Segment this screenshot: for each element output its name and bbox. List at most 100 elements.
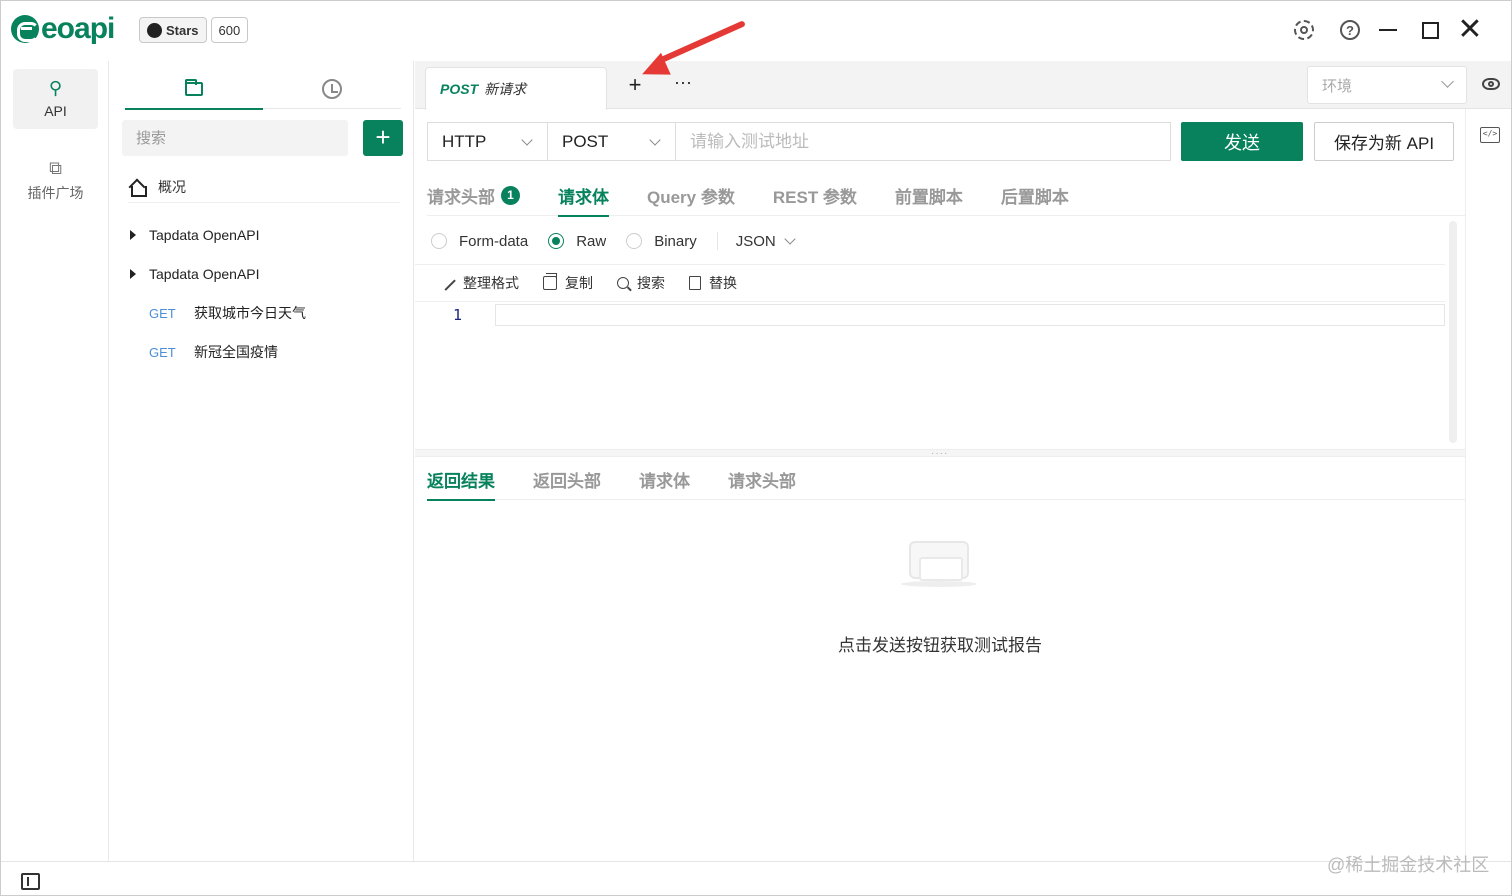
body-type-selector: Form-data Raw Binary JSON: [431, 226, 796, 256]
minimize-button[interactable]: [1375, 17, 1401, 43]
tree-group[interactable]: Tapdata OpenAPI: [130, 220, 260, 250]
radio-label[interactable]: Raw: [576, 233, 606, 250]
count-badge: 1: [501, 185, 520, 205]
format-button[interactable]: 整理格式: [440, 273, 519, 293]
save-as-new-api-button[interactable]: 保存为新 API: [1314, 122, 1454, 161]
sidebar-toggle-icon[interactable]: [21, 873, 40, 890]
tab-response-result[interactable]: 返回结果: [427, 458, 495, 501]
code-view-icon[interactable]: </>: [1480, 127, 1500, 143]
api-list-item[interactable]: GET 获取城市今日天气: [149, 298, 306, 328]
request-tab-name: 新请求: [484, 81, 527, 97]
radio-binary[interactable]: [626, 233, 643, 249]
radio-label[interactable]: Form-data: [459, 233, 528, 250]
github-stars-label: Stars: [166, 22, 199, 38]
raw-format-select[interactable]: JSON: [735, 232, 796, 250]
eye-icon[interactable]: [1482, 78, 1500, 90]
caret-right-icon[interactable]: [130, 269, 136, 279]
overview-label: 概况: [158, 178, 186, 195]
editor-current-line[interactable]: [495, 304, 1445, 326]
method-select[interactable]: POST: [548, 122, 676, 161]
tab-response-headers[interactable]: 返回头部: [533, 458, 601, 500]
copy-button[interactable]: 复制: [543, 273, 593, 293]
tab-request-body[interactable]: 请求体: [558, 174, 609, 217]
replace-button[interactable]: 替换: [689, 273, 737, 293]
puzzle-icon: ⧉: [49, 158, 62, 178]
api-sidebar: + 概况 Tapdata OpenAPI Tapdata OpenAPI GET…: [110, 61, 414, 861]
github-stars-button[interactable]: Stars: [139, 17, 207, 43]
url-input[interactable]: [676, 122, 1171, 161]
line-number: 1: [453, 306, 463, 324]
request-tab-bar: POST 新请求 + ··· 环境: [415, 61, 1511, 110]
tab-rest-params[interactable]: REST 参数: [773, 174, 857, 216]
tab-post-script[interactable]: 后置脚本: [1001, 174, 1069, 216]
github-stars-widget[interactable]: Stars 600: [139, 17, 249, 43]
maximize-icon: [1421, 21, 1439, 39]
request-tab[interactable]: POST 新请求: [425, 67, 607, 110]
radio-form-data[interactable]: [431, 233, 447, 249]
tab-pre-script[interactable]: 前置脚本: [895, 174, 963, 216]
sidebar-search-input[interactable]: [122, 120, 348, 156]
more-tabs-button[interactable]: ···: [671, 73, 695, 97]
add-api-button[interactable]: +: [363, 120, 403, 156]
tree-group-label: Tapdata OpenAPI: [149, 227, 260, 243]
main-panel: POST 新请求 + ··· 环境 HTTP POST 发送 保存为新 API: [415, 61, 1511, 861]
close-button[interactable]: ✕: [1457, 13, 1483, 46]
nav-item-label: 插件广场: [27, 185, 84, 201]
question-icon: ?: [1340, 20, 1360, 40]
logo-text: eoapi: [41, 12, 115, 45]
api-list-item[interactable]: GET 新冠全国疫情: [149, 337, 278, 367]
replace-label: 替换: [709, 275, 737, 291]
overview-item[interactable]: 概况: [128, 171, 400, 203]
nav-item-api[interactable]: ⚲ API: [13, 69, 98, 129]
send-button[interactable]: 发送: [1181, 122, 1303, 161]
tab-history[interactable]: [263, 69, 401, 109]
radio-label[interactable]: Binary: [654, 233, 697, 250]
tree-group-label: Tapdata OpenAPI: [149, 266, 260, 282]
environment-placeholder: 环境: [1322, 77, 1353, 95]
right-rail: </>: [1465, 109, 1511, 861]
app-window: eoapi Stars 600 ? ✕ ⚲ API ⧉ 插件广场 搜索 + 概况…: [0, 0, 1512, 896]
empty-state-text: 点击发送按钮获取测试报告: [838, 636, 1042, 655]
divider: [716, 232, 718, 250]
raw-format-value: JSON: [735, 232, 776, 250]
help-button[interactable]: ?: [1337, 17, 1363, 43]
protocol-select[interactable]: HTTP: [427, 122, 548, 161]
request-tabs: 请求头部 1 请求体 Query 参数 REST 参数 前置脚本 后置脚本: [427, 174, 1465, 217]
left-nav: ⚲ API ⧉ 插件广场: [1, 61, 109, 861]
nav-item-plugins[interactable]: ⧉ 插件广场: [13, 149, 98, 209]
tab-response-request-headers[interactable]: 请求头部: [728, 458, 796, 500]
settings-button[interactable]: [1291, 17, 1317, 43]
github-stars-count[interactable]: 600: [210, 17, 249, 43]
tab-response-request-body[interactable]: 请求体: [639, 458, 690, 500]
copy-label: 复制: [565, 275, 593, 291]
editor-scrollbar[interactable]: [1449, 221, 1457, 443]
gear-icon: [1294, 20, 1314, 40]
search-icon: [617, 277, 629, 289]
minimize-icon: [1379, 29, 1397, 31]
drag-handle-icon[interactable]: ····: [931, 449, 949, 459]
close-icon: ✕: [1457, 13, 1483, 46]
environment-select[interactable]: 环境: [1307, 66, 1467, 104]
tab-api-tree[interactable]: [125, 69, 263, 110]
search-button[interactable]: 搜索: [617, 273, 665, 293]
caret-right-icon[interactable]: [130, 230, 136, 240]
api-method: GET: [149, 344, 176, 360]
editor-toolbar: 整理格式 复制 搜索 替换: [440, 269, 761, 297]
nav-item-label: API: [44, 103, 67, 119]
maximize-button[interactable]: [1417, 17, 1443, 43]
watermark: @稀土掘金技术社区: [1327, 855, 1490, 875]
chevron-down-icon: [521, 134, 533, 146]
chevron-down-icon: [784, 233, 796, 245]
empty-tray: [909, 541, 969, 581]
tab-query-params[interactable]: Query 参数: [647, 174, 735, 216]
tab-request-headers[interactable]: 请求头部 1: [427, 174, 520, 216]
panel-splitter[interactable]: ····: [415, 449, 1465, 459]
response-tabs: 返回结果 返回头部 请求体 请求头部: [427, 458, 1465, 501]
chevron-down-icon: [649, 134, 661, 146]
code-editor[interactable]: 1: [415, 302, 1445, 448]
tree-group[interactable]: Tapdata OpenAPI: [130, 259, 260, 289]
format-label: 整理格式: [463, 275, 519, 291]
empty-shadow: [901, 581, 977, 587]
method-value: POST: [562, 131, 609, 151]
radio-raw[interactable]: [548, 233, 565, 249]
